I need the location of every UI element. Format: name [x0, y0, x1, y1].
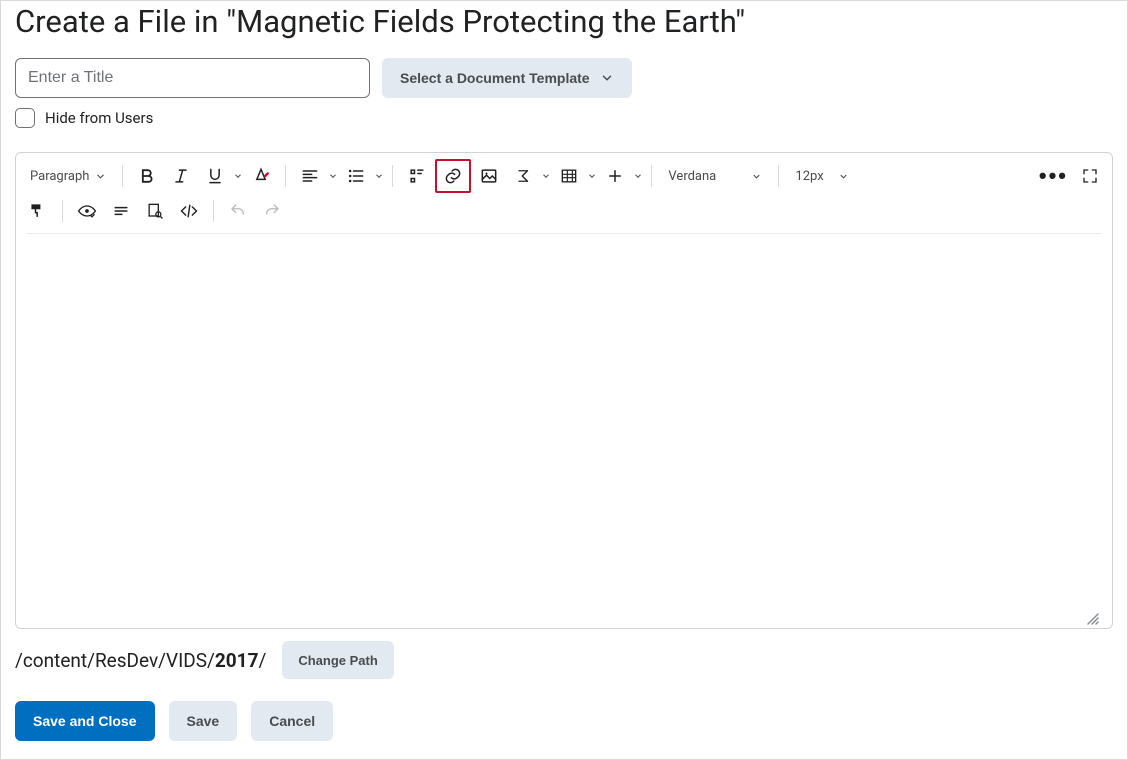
- align-button[interactable]: [294, 160, 326, 192]
- path-prefix: /content/ResDev/VIDS/: [15, 649, 215, 672]
- path-bold: 2017: [215, 649, 259, 672]
- page-search-icon: [145, 201, 165, 221]
- chevron-down-icon: [95, 171, 106, 182]
- insert-link-button[interactable]: [435, 159, 471, 193]
- separator: [392, 165, 393, 187]
- plus-icon: [606, 167, 624, 185]
- font-family-label: Verdana: [668, 169, 716, 184]
- bold-icon: [137, 166, 157, 186]
- font-size-label: 12px: [795, 169, 823, 184]
- chevron-down-icon[interactable]: [541, 171, 551, 181]
- chevron-down-icon[interactable]: [233, 171, 243, 181]
- source-code-button[interactable]: [173, 195, 205, 227]
- paragraph-style-select[interactable]: Paragraph: [22, 160, 114, 192]
- separator: [285, 165, 286, 187]
- image-icon: [479, 166, 499, 186]
- accessibility-checker-button[interactable]: [71, 195, 103, 227]
- title-input[interactable]: [15, 58, 370, 98]
- resize-handle-icon[interactable]: [1086, 612, 1100, 626]
- text-color-icon: [251, 166, 271, 186]
- path-suffix: /: [258, 649, 266, 672]
- editor-content-area[interactable]: [26, 233, 1102, 628]
- title-template-row: Select a Document Template: [15, 58, 1113, 98]
- list-button[interactable]: [340, 160, 372, 192]
- format-painter-icon: [28, 201, 48, 221]
- font-size-select[interactable]: 12px: [787, 160, 857, 192]
- chevron-down-icon[interactable]: [633, 171, 643, 181]
- chevron-down-icon: [751, 171, 762, 182]
- link-icon: [443, 166, 463, 186]
- table-icon: [559, 166, 579, 186]
- file-path-row: /content/ResDev/VIDS/2017/ Change Path: [15, 641, 1113, 679]
- underline-icon: [205, 166, 225, 186]
- bold-button[interactable]: [131, 160, 163, 192]
- separator: [651, 165, 652, 187]
- fullscreen-icon: [1081, 167, 1099, 185]
- insert-stuff-icon: [407, 166, 427, 186]
- chevron-down-icon: [838, 171, 849, 182]
- hide-checkbox[interactable]: [15, 108, 35, 128]
- separator: [213, 200, 214, 222]
- preview-button[interactable]: [139, 195, 171, 227]
- fullscreen-button[interactable]: [1074, 160, 1106, 192]
- insert-image-button[interactable]: [473, 160, 505, 192]
- italic-button[interactable]: [165, 160, 197, 192]
- change-path-button[interactable]: Change Path: [282, 641, 393, 679]
- action-buttons: Save and Close Save Cancel: [15, 701, 1113, 741]
- insert-more-button[interactable]: [599, 160, 631, 192]
- redo-icon: [263, 202, 281, 220]
- template-button-label: Select a Document Template: [400, 70, 590, 86]
- equation-button[interactable]: [507, 160, 539, 192]
- font-family-select[interactable]: Verdana: [660, 160, 770, 192]
- chevron-down-icon[interactable]: [328, 171, 338, 181]
- word-count-icon: [111, 201, 131, 221]
- separator: [778, 165, 779, 187]
- format-painter-button[interactable]: [22, 195, 54, 227]
- word-count-button[interactable]: [105, 195, 137, 227]
- chevron-down-icon: [600, 71, 614, 85]
- toolbar-row-1: Paragraph: [16, 153, 1112, 193]
- rich-text-editor: Paragraph: [15, 152, 1113, 629]
- sigma-icon: [514, 167, 532, 185]
- redo-button[interactable]: [256, 195, 288, 227]
- code-icon: [179, 201, 199, 221]
- more-actions-button[interactable]: •••: [1035, 160, 1072, 192]
- save-and-close-button[interactable]: Save and Close: [15, 701, 155, 741]
- separator: [122, 165, 123, 187]
- paragraph-style-label: Paragraph: [30, 169, 89, 184]
- separator: [62, 200, 63, 222]
- hide-from-users-row: Hide from Users: [15, 108, 1113, 128]
- save-button[interactable]: Save: [169, 701, 238, 741]
- undo-icon: [229, 202, 247, 220]
- underline-button[interactable]: [199, 160, 231, 192]
- chevron-down-icon[interactable]: [374, 171, 384, 181]
- hide-label: Hide from Users: [45, 109, 153, 127]
- table-button[interactable]: [553, 160, 585, 192]
- text-color-button[interactable]: [245, 160, 277, 192]
- page-title: Create a File in "Magnetic Fields Protec…: [15, 3, 1113, 40]
- select-template-button[interactable]: Select a Document Template: [382, 58, 632, 98]
- toolbar-row-2: [16, 193, 1112, 233]
- eye-check-icon: [77, 201, 97, 221]
- page: Create a File in "Magnetic Fields Protec…: [0, 0, 1128, 760]
- list-icon: [346, 166, 366, 186]
- insert-stuff-button[interactable]: [401, 160, 433, 192]
- file-path-text: /content/ResDev/VIDS/2017/: [15, 649, 266, 672]
- cancel-button[interactable]: Cancel: [251, 701, 333, 741]
- align-left-icon: [300, 166, 320, 186]
- undo-button[interactable]: [222, 195, 254, 227]
- chevron-down-icon[interactable]: [587, 171, 597, 181]
- italic-icon: [171, 166, 191, 186]
